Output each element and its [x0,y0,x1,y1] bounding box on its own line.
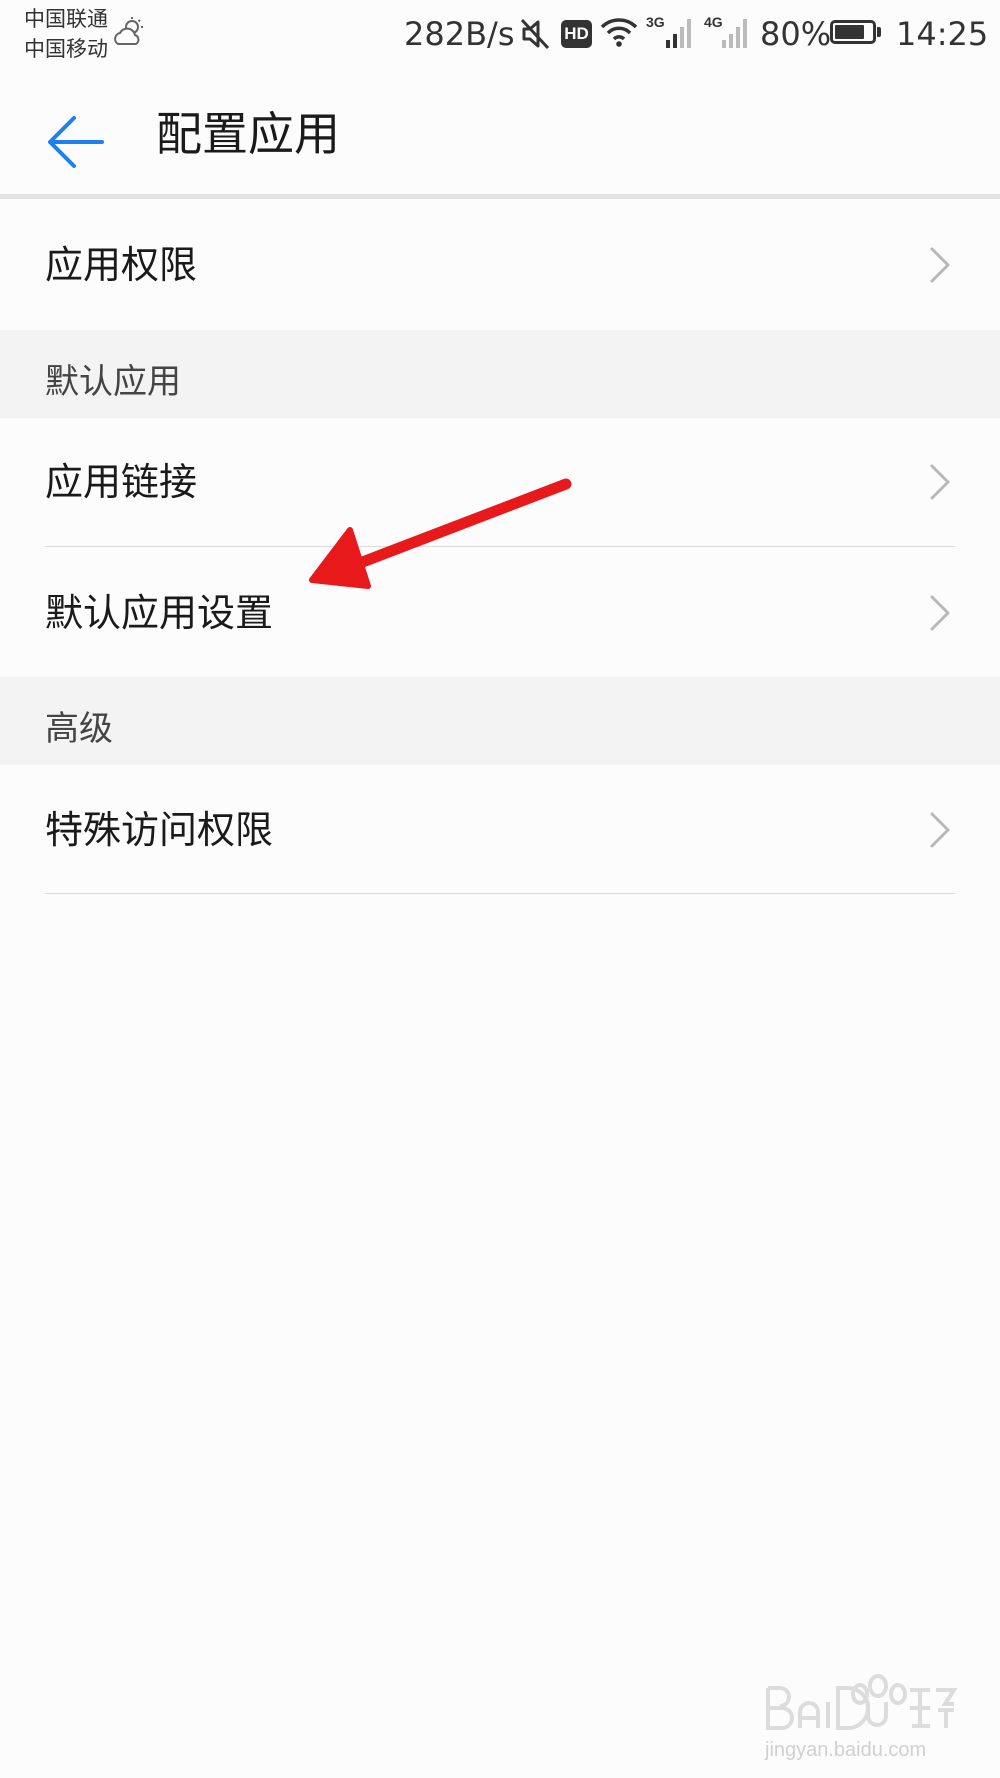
list-item-label: 特殊访问权限 [45,808,274,852]
app-bar: 配置应用 [0,76,1000,194]
partly-cloudy-icon [114,17,143,45]
status-bar: 中国联通 中国移动 282B/s HD 3G 4G 80% 14:25 [0,0,1000,76]
section-label: 高级 [45,709,113,749]
list-item-default-app-settings[interactable]: 默认应用设置 [0,547,1000,677]
section-header-advanced: 高级 [0,677,1000,765]
battery-icon [830,20,882,48]
arrow-left-icon [48,116,104,168]
signal-3g-icon [666,19,691,48]
watermark-url: jingyan.baidu.com [765,1739,927,1761]
mute-icon [520,18,550,50]
back-button[interactable] [28,86,124,182]
list-item-special-access[interactable]: 特殊访问权限 [0,765,1000,894]
battery-percent: 80% [760,15,832,53]
section-header-default-apps: 默认应用 [0,330,1000,418]
signal-4g-icon [722,19,747,48]
list-item-app-links[interactable]: 应用链接 [0,418,1000,547]
list-item-app-permissions[interactable]: 应用权限 [0,199,1000,330]
network-speed: 282B/s [404,15,515,53]
hd-badge: HD [561,20,592,48]
wifi-icon [600,18,638,47]
list-item-label: 应用链接 [45,460,198,504]
chevron-right-icon [930,595,950,631]
chevron-right-icon [930,247,950,283]
row-divider [45,893,955,894]
carrier-2-label: 中国移动 [24,37,108,61]
list-item-label: 应用权限 [45,243,198,287]
chevron-right-icon [930,464,950,500]
hd-badge-label: HD [564,24,589,43]
list-item-label: 默认应用设置 [45,591,274,635]
page-title: 配置应用 [156,107,340,161]
network-3g-label: 3G [646,14,665,30]
clock: 14:25 [896,15,989,53]
section-label: 默认应用 [45,362,181,402]
chevron-right-icon [930,812,950,848]
carrier-1-label: 中国联通 [24,7,108,31]
screen: 中国联通 中国移动 282B/s HD 3G 4G 80% 14:25 配置应用… [0,0,1000,1778]
